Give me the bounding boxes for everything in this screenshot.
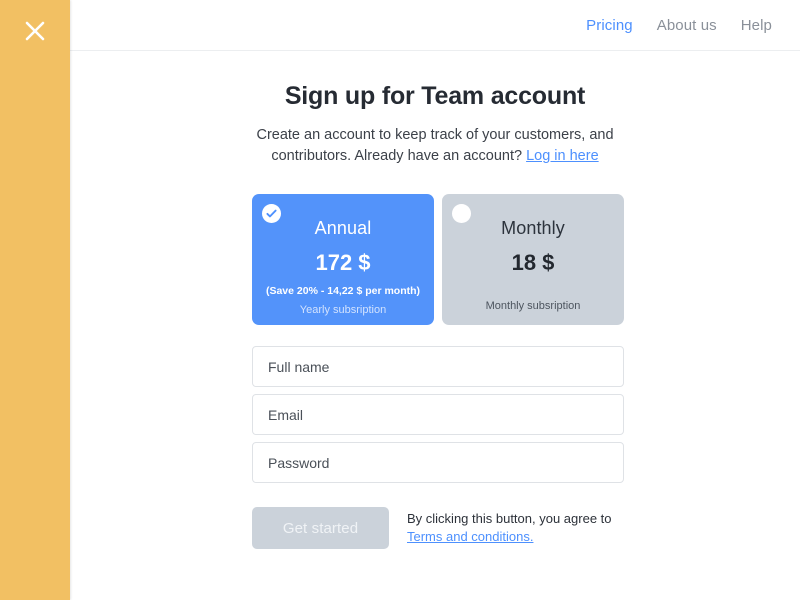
- check-circle-icon: [265, 207, 278, 220]
- left-rail: [0, 0, 70, 600]
- page-description: Create an account to keep track of your …: [245, 125, 625, 167]
- plan-monthly-name: Monthly: [501, 218, 565, 238]
- plan-annual-marker[interactable]: [262, 204, 281, 223]
- password-input[interactable]: [252, 442, 624, 483]
- plan-annual-note: Yearly subsription: [299, 304, 387, 316]
- login-here-link[interactable]: Log in here: [526, 148, 599, 164]
- plan-annual-savings: (Save 20% - 14,22 $ per month): [265, 285, 421, 297]
- plan-annual-price: 172 $: [315, 250, 371, 275]
- full-name-input[interactable]: [252, 346, 624, 387]
- terms-notice: By clicking this button, you agree to Te…: [407, 507, 622, 546]
- signup-page: Pricing About us Help Sign up for Team a…: [0, 0, 800, 600]
- description-line-1: Create an account to keep track of your …: [256, 127, 614, 143]
- nav-link-about-us[interactable]: About us: [657, 17, 717, 34]
- main-panel: Pricing About us Help Sign up for Team a…: [70, 0, 800, 600]
- terms-notice-text: By clicking this button, you agree to: [407, 511, 612, 526]
- email-input[interactable]: [252, 394, 624, 435]
- plan-card-annual[interactable]: Annual 172 $ (Save 20% - 14,22 $ per mon…: [252, 194, 434, 325]
- plan-annual-name: Annual: [314, 218, 372, 238]
- plan-monthly-note: Monthly subsription: [485, 300, 581, 312]
- plan-monthly-price: 18 $: [511, 250, 555, 275]
- nav-links: Pricing About us Help: [586, 17, 772, 34]
- close-button[interactable]: [16, 12, 54, 50]
- signup-content: Sign up for Team account Create an accou…: [70, 51, 800, 600]
- description-line-2: contributors. Already have an account?: [271, 148, 523, 164]
- plan-selector: Annual 172 $ (Save 20% - 14,22 $ per mon…: [252, 194, 624, 325]
- form-actions: Get started By clicking this button, you…: [252, 507, 624, 549]
- plan-card-monthly[interactable]: Monthly 18 $ Monthly subsription: [442, 194, 624, 325]
- plan-monthly-marker[interactable]: [452, 204, 471, 223]
- get-started-button[interactable]: Get started: [252, 507, 389, 549]
- terms-and-conditions-link[interactable]: Terms and conditions.: [407, 529, 533, 544]
- close-icon: [24, 20, 46, 42]
- nav-link-help[interactable]: Help: [741, 17, 772, 34]
- form-fields: [252, 346, 624, 483]
- nav-link-pricing[interactable]: Pricing: [586, 17, 633, 34]
- signup-form: Annual 172 $ (Save 20% - 14,22 $ per mon…: [246, 194, 624, 549]
- top-navigation-bar: Pricing About us Help: [70, 0, 800, 51]
- page-title: Sign up for Team account: [284, 82, 586, 110]
